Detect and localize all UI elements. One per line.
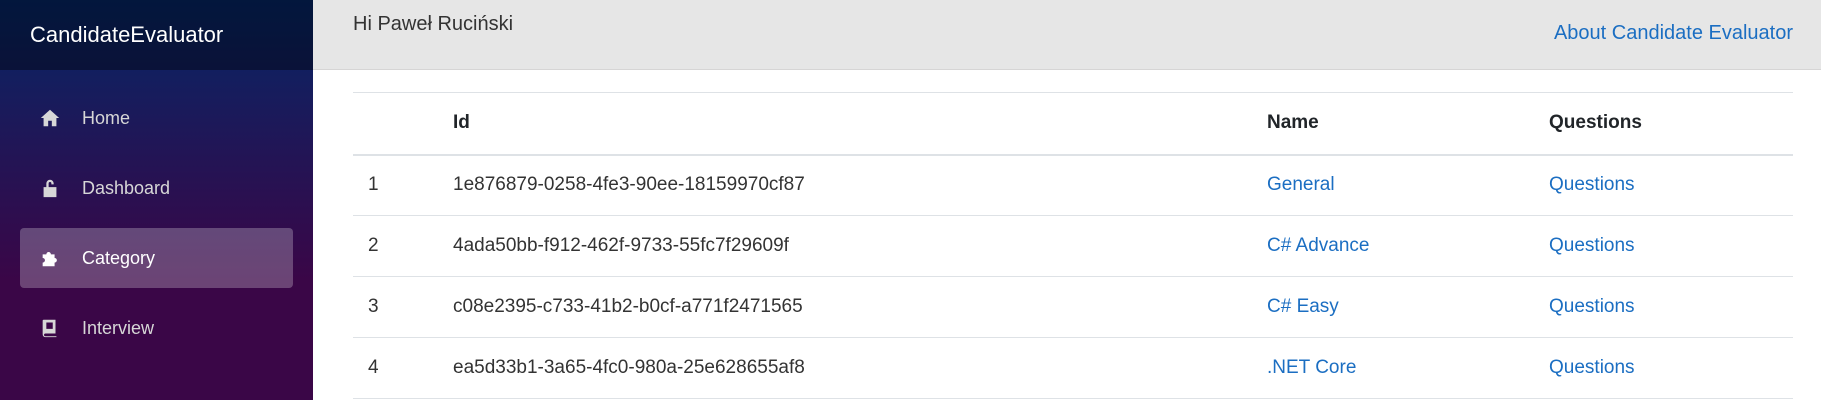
questions-link[interactable]: Questions	[1549, 235, 1635, 256]
table-row: 2 4ada50bb-f912-462f-9733-55fc7f29609f C…	[353, 215, 1793, 277]
lock-open-icon	[38, 176, 62, 200]
main-area: Hi Paweł Ruciński About Candidate Evalua…	[313, 0, 1821, 400]
table-header: Id Name Questions	[353, 92, 1793, 156]
header-id: Id	[453, 92, 1267, 156]
row-id: 4ada50bb-f912-462f-9733-55fc7f29609f	[453, 215, 1267, 277]
row-number: 3	[353, 276, 453, 338]
category-name-link[interactable]: C# Advance	[1267, 235, 1369, 256]
header-name: Name	[1267, 92, 1549, 156]
category-name-link[interactable]: General	[1267, 174, 1335, 195]
sidebar-item-home[interactable]: Home	[20, 88, 293, 148]
sidebar-item-interview[interactable]: Interview	[20, 298, 293, 358]
row-number: 2	[353, 215, 453, 277]
row-id: ea5d33b1-3a65-4fc0-980a-25e628655af8	[453, 337, 1267, 399]
row-id: 1e876879-0258-4fe3-90ee-18159970cf87	[453, 154, 1267, 216]
sidebar-item-category[interactable]: Category	[20, 228, 293, 288]
sidebar-item-label: Interview	[82, 317, 155, 338]
page-content: Id Name Questions 1 1e876879-0258-4fe3-9…	[313, 70, 1821, 399]
about-link[interactable]: About Candidate Evaluator	[1554, 22, 1793, 45]
table-row: 4 ea5d33b1-3a65-4fc0-980a-25e628655af8 .…	[353, 337, 1793, 399]
sidebar: CandidateEvaluator Home Dashboard Catego…	[0, 0, 313, 400]
row-id: c08e2395-c733-41b2-b0cf-a771f2471565	[453, 276, 1267, 338]
brand-title[interactable]: CandidateEvaluator	[0, 0, 313, 70]
sidebar-item-dashboard[interactable]: Dashboard	[20, 158, 293, 218]
questions-link[interactable]: Questions	[1549, 296, 1635, 317]
row-number: 4	[353, 337, 453, 399]
category-name-link[interactable]: .NET Core	[1267, 357, 1356, 378]
puzzle-icon	[38, 246, 62, 270]
home-icon	[38, 106, 62, 130]
sidebar-item-label: Home	[82, 107, 131, 128]
book-icon	[38, 316, 62, 340]
sidebar-item-label: Category	[82, 247, 156, 268]
questions-link[interactable]: Questions	[1549, 174, 1635, 195]
header-number	[353, 92, 453, 156]
questions-link[interactable]: Questions	[1549, 357, 1635, 378]
row-number: 1	[353, 154, 453, 216]
sidebar-nav: Home Dashboard Category Interview	[0, 70, 313, 358]
app-root: CandidateEvaluator Home Dashboard Catego…	[0, 0, 1821, 400]
table-row: 3 c08e2395-c733-41b2-b0cf-a771f2471565 C…	[353, 276, 1793, 338]
top-bar: Hi Paweł Ruciński About Candidate Evalua…	[313, 0, 1821, 70]
category-name-link[interactable]: C# Easy	[1267, 296, 1339, 317]
header-questions: Questions	[1549, 92, 1793, 156]
table-row: 1 1e876879-0258-4fe3-90ee-18159970cf87 G…	[353, 154, 1793, 216]
category-table: Id Name Questions 1 1e876879-0258-4fe3-9…	[353, 92, 1793, 399]
greeting-text: Hi Paweł Ruciński	[353, 13, 514, 35]
sidebar-item-label: Dashboard	[82, 177, 171, 198]
